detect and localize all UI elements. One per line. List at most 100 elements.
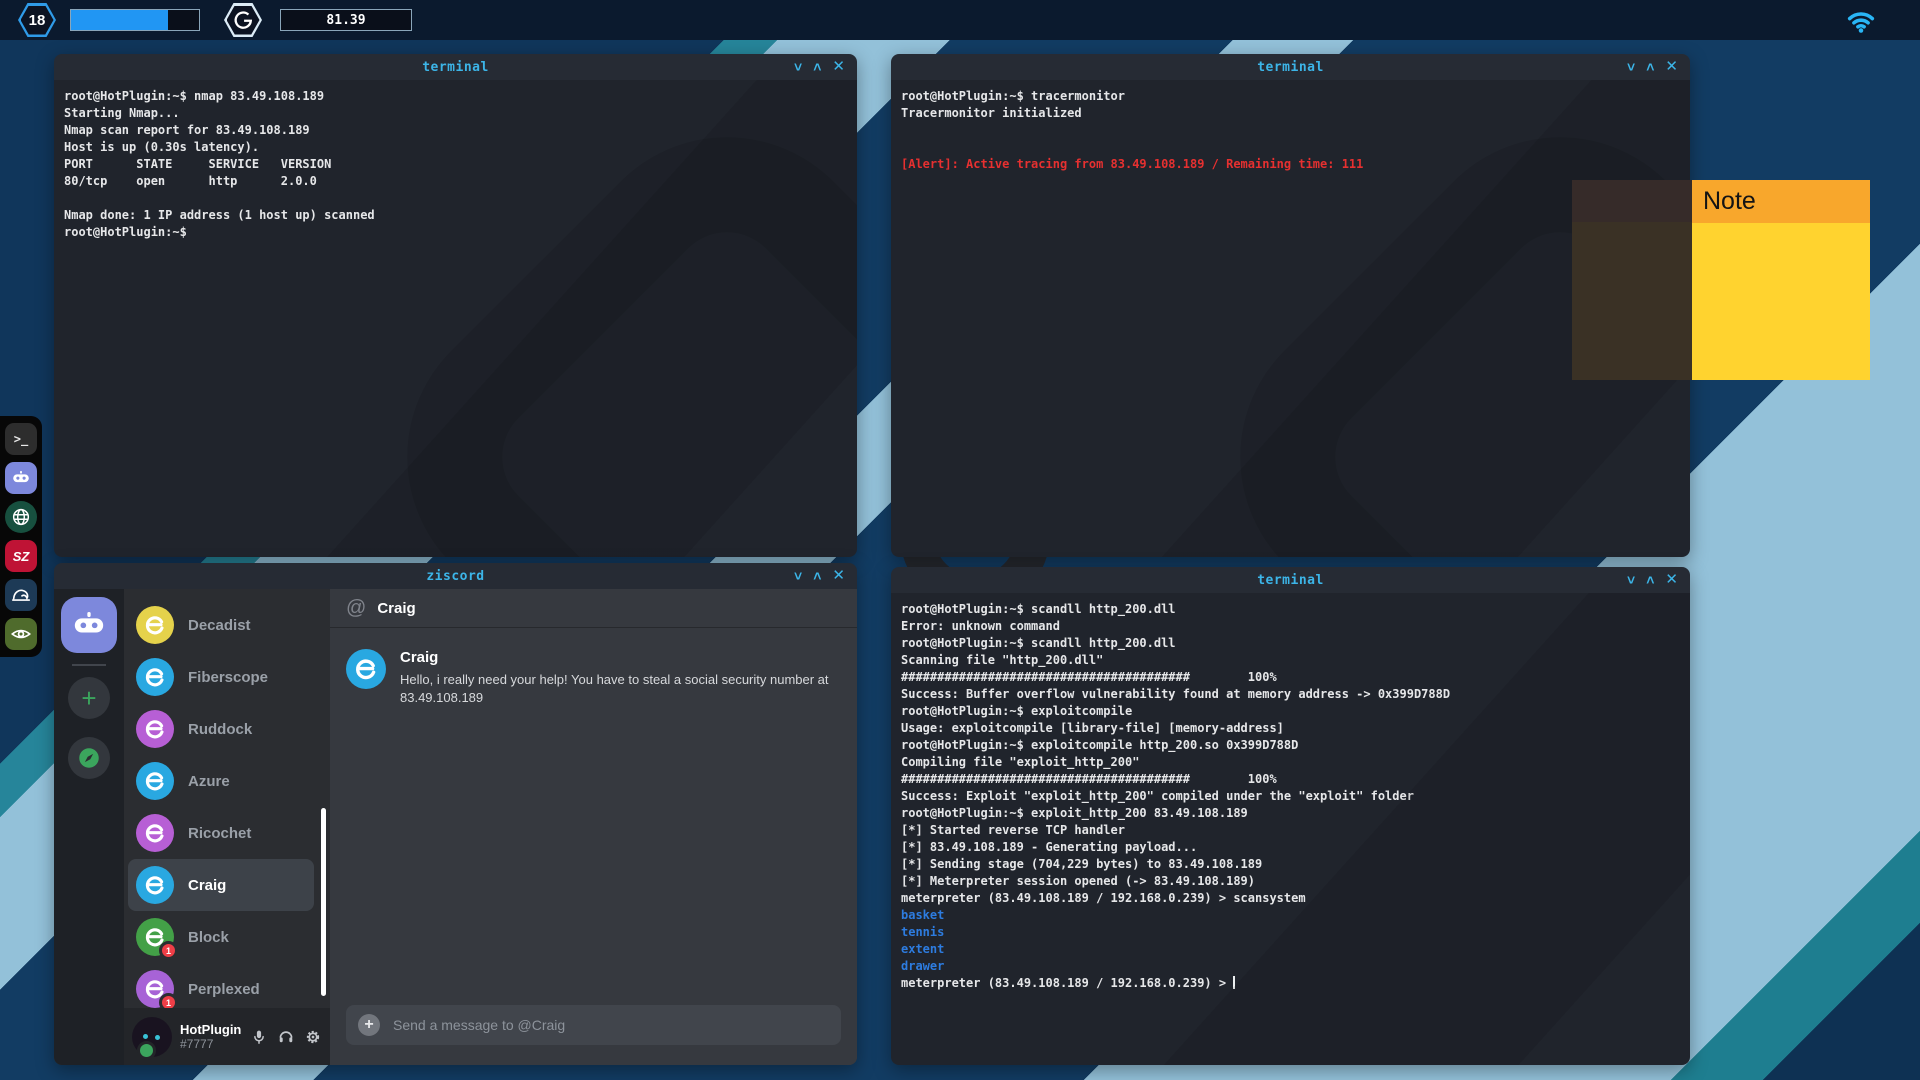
terminal-line: [*] Sending stage (704,229 bytes) to 83.…: [901, 856, 1680, 873]
server-name: Ricochet: [188, 825, 251, 842]
maximize-button[interactable]: ˄: [813, 563, 821, 589]
server-rail: +: [54, 589, 124, 1065]
window-title: terminal: [1257, 573, 1324, 588]
headphones-icon[interactable]: [277, 1028, 295, 1046]
terminal-line: extent: [901, 941, 1680, 958]
server-name: Ruddock: [188, 721, 252, 738]
level-value: 18: [21, 6, 54, 35]
user-panel: HotPlugin #7777: [124, 1008, 330, 1065]
server-avatar: [136, 814, 174, 852]
terminal-line: Tracermonitor initialized: [901, 105, 1680, 122]
server-name: Perplexed: [188, 981, 260, 998]
microphone-icon[interactable]: [250, 1028, 268, 1046]
terminal-output[interactable]: root@HotPlugin:~$ tracermonitorTracermon…: [891, 80, 1690, 557]
terminal-line: meterpreter (83.49.108.189 / 192.168.0.2…: [901, 975, 1680, 992]
sticky-note[interactable]: Note: [1692, 180, 1870, 380]
titlebar[interactable]: ziscord ˅ ˄ ✕: [54, 563, 857, 589]
server-item[interactable]: 1 Block: [128, 911, 314, 963]
sz-app-icon[interactable]: SZ: [5, 540, 37, 572]
game-logo-hexagon: [224, 3, 262, 37]
titlebar[interactable]: terminal ˅ ˄ ✕: [891, 54, 1690, 80]
attach-button[interactable]: +: [358, 1014, 380, 1036]
ziscord-logo-icon: [354, 657, 378, 681]
server-item[interactable]: Ricochet: [128, 807, 314, 859]
terminal-line: [Alert]: Active tracing from 83.49.108.1…: [901, 156, 1680, 173]
notification-badge: 1: [159, 941, 178, 960]
terminal-app-icon[interactable]: >_: [5, 423, 37, 455]
server-item[interactable]: Azure: [128, 755, 314, 807]
close-button[interactable]: ✕: [1665, 54, 1678, 80]
eye-app-icon[interactable]: [5, 618, 37, 650]
ziscord-logo-icon: [144, 614, 166, 636]
sticky-note-title: Note: [1692, 180, 1870, 223]
close-button[interactable]: ✕: [1665, 567, 1678, 593]
server-avatar: [136, 606, 174, 644]
window-title: ziscord: [426, 569, 484, 584]
server-name: Azure: [188, 773, 230, 790]
message-list: Craig Hello, i really need your help! Yo…: [330, 627, 857, 995]
channel-list-scrollbar[interactable]: [321, 808, 326, 996]
terminal-line: drawer: [901, 958, 1680, 975]
server-avatar: [136, 710, 174, 748]
close-button[interactable]: ✕: [832, 54, 845, 80]
server-avatar: [136, 658, 174, 696]
terminal-line: root@HotPlugin:~$ scandll http_200.dll: [901, 601, 1680, 618]
server-item[interactable]: Decadist: [128, 599, 314, 651]
terminal-line: Compiling file "exploit_http_200": [901, 754, 1680, 771]
game-logo-icon: [227, 6, 260, 35]
settings-gear-icon[interactable]: [304, 1028, 322, 1046]
titlebar[interactable]: terminal ˅ ˄ ✕: [54, 54, 857, 80]
terminal-line: root@HotPlugin:~$ exploitcompile http_20…: [901, 737, 1680, 754]
input-placeholder: Send a message to @Craig: [393, 1017, 565, 1033]
terminal-line: Starting Nmap...: [64, 105, 847, 122]
terminal-line: tennis: [901, 924, 1680, 941]
chat-area: @ Craig Craig Hello, i really need your …: [330, 589, 857, 1065]
minimize-button[interactable]: ˅: [1627, 54, 1635, 80]
minimize-button[interactable]: ˅: [794, 563, 802, 589]
terminal-line: root@HotPlugin:~$ exploitcompile: [901, 703, 1680, 720]
terminal-line: root@HotPlugin:~$ tracermonitor: [901, 88, 1680, 105]
server-item[interactable]: Ruddock: [128, 703, 314, 755]
username: HotPlugin: [180, 1022, 241, 1037]
wifi-icon[interactable]: [1844, 3, 1878, 37]
server-item[interactable]: Fiberscope: [128, 651, 314, 703]
ziscord-home-button[interactable]: [61, 597, 117, 653]
ziscord-logo-icon: [144, 822, 166, 844]
window-title: terminal: [422, 60, 489, 75]
terminal-line: Success: Buffer overflow vulnerability f…: [901, 686, 1680, 703]
terminal-output[interactable]: root@HotPlugin:~$ nmap 83.49.108.189Star…: [54, 80, 857, 557]
robot-face-icon: [69, 605, 109, 645]
app-dock: >_ SZ: [0, 416, 42, 657]
terminal-line: [901, 139, 1680, 156]
terminal-line: Nmap scan report for 83.49.108.189: [64, 122, 847, 139]
note-shadow-header: [1572, 180, 1692, 222]
add-server-button[interactable]: +: [68, 677, 110, 719]
close-button[interactable]: ✕: [832, 563, 845, 589]
maximize-button[interactable]: ˄: [1646, 567, 1654, 593]
terminal-window-nmap: terminal ˅ ˄ ✕ root@HotPlugin:~$ nmap 83…: [54, 54, 857, 557]
terminal-line: PORT STATE SERVICE VERSION: [64, 156, 847, 173]
browser-app-icon[interactable]: [5, 501, 37, 533]
explore-servers-button[interactable]: [68, 737, 110, 779]
server-item[interactable]: Craig: [128, 859, 314, 911]
terminal-line: Nmap done: 1 IP address (1 host up) scan…: [64, 207, 847, 224]
message-input[interactable]: + Send a message to @Craig: [346, 1005, 841, 1045]
message-text: Hello, i really need your help! You have…: [400, 671, 840, 707]
eye-icon: [10, 623, 32, 645]
ziscord-logo-icon: [144, 666, 166, 688]
maximize-button[interactable]: ˄: [1646, 54, 1654, 80]
at-icon: @: [346, 597, 366, 620]
terminal-line: Host is up (0.30s latency).: [64, 139, 847, 156]
minimize-button[interactable]: ˅: [1627, 567, 1635, 593]
terminal-line: basket: [901, 907, 1680, 924]
maximize-button[interactable]: ˄: [813, 54, 821, 80]
ziscord-app-icon[interactable]: [5, 462, 37, 494]
level-hexagon: 18: [18, 3, 56, 37]
terminal-output[interactable]: root@HotPlugin:~$ scandll http_200.dllEr…: [891, 593, 1690, 1065]
terminal-window-tracer: terminal ˅ ˄ ✕ root@HotPlugin:~$ tracerm…: [891, 54, 1690, 557]
wave-app-icon[interactable]: [5, 579, 37, 611]
terminal-line: 80/tcp open http 2.0.0: [64, 173, 847, 190]
titlebar[interactable]: terminal ˅ ˄ ✕: [891, 567, 1690, 593]
terminal-line: Usage: exploitcompile [library-file] [me…: [901, 720, 1680, 737]
minimize-button[interactable]: ˅: [794, 54, 802, 80]
